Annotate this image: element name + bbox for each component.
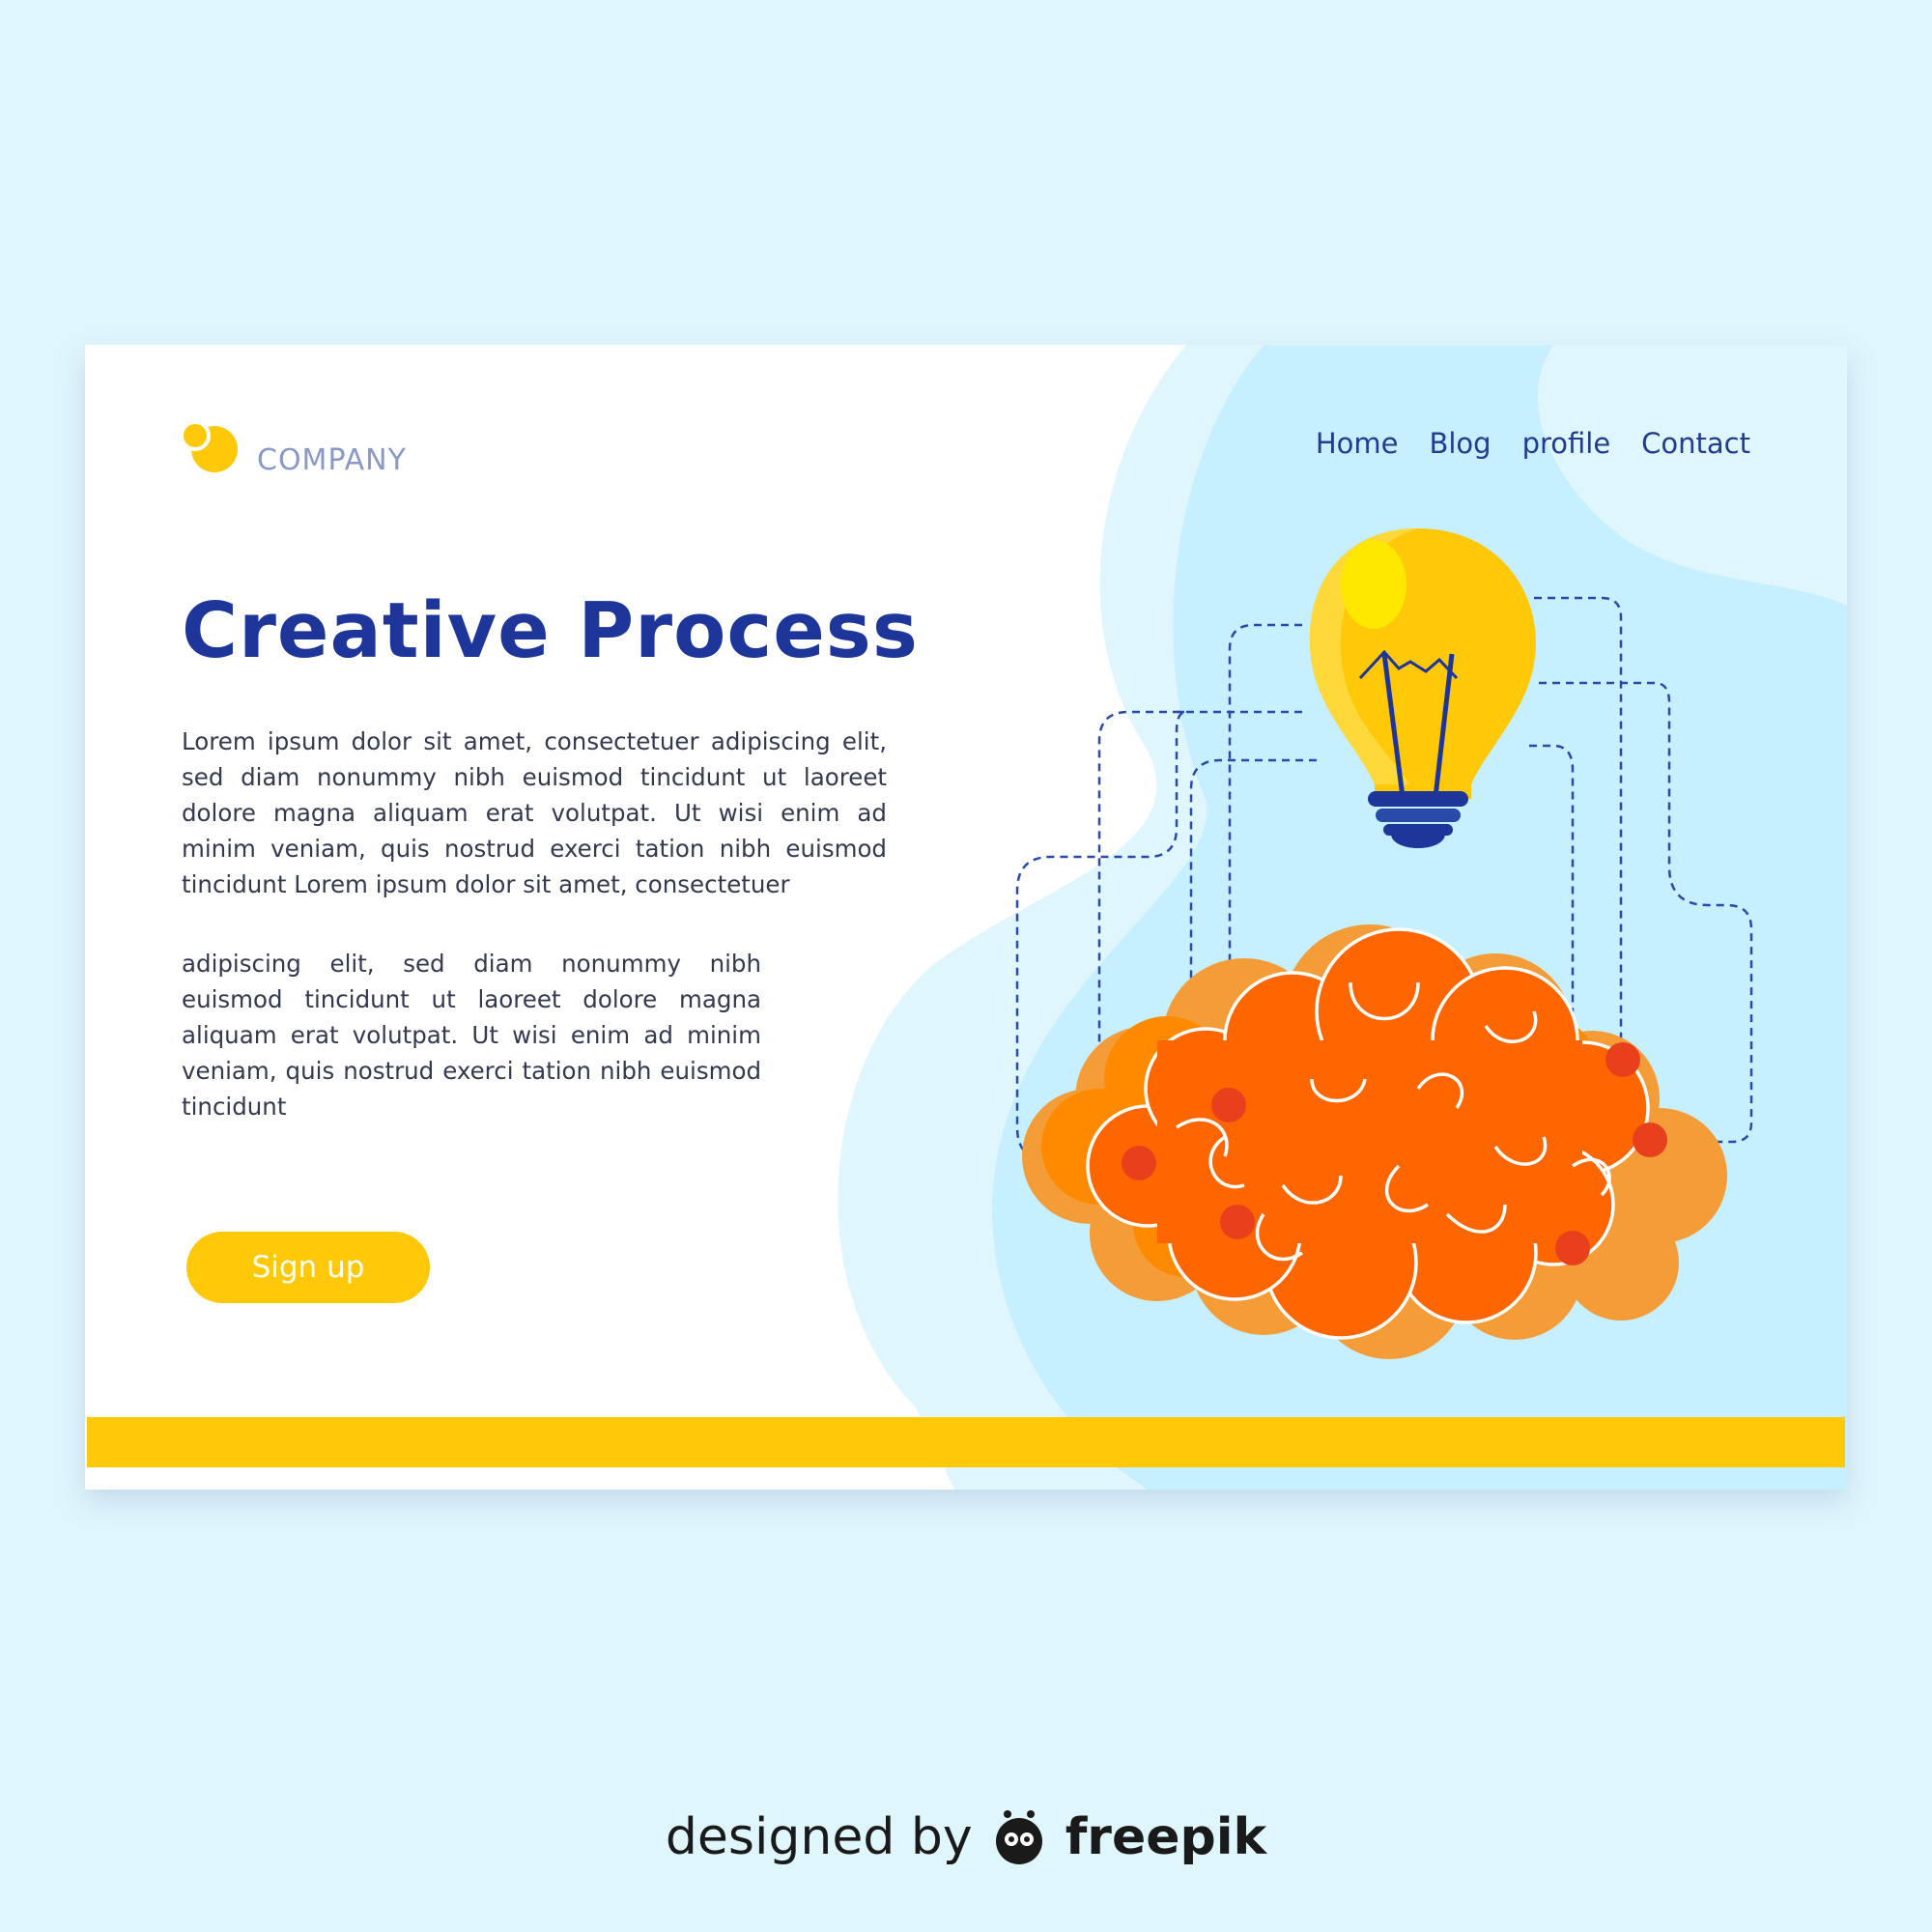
nav-link-home[interactable]: Home: [1316, 427, 1399, 460]
nav-link-blog[interactable]: Blog: [1429, 427, 1491, 460]
footer-accent-bar: [87, 1417, 1845, 1467]
nav-link-profile[interactable]: profile: [1522, 427, 1611, 460]
designer-credit: designed by freepik: [0, 1806, 1932, 1868]
top-navigation: Home Blog profile Contact: [1316, 427, 1750, 460]
brain-icon: [1022, 924, 1727, 1359]
creative-process-illustration: [1015, 528, 1753, 1359]
credit-brand[interactable]: freepik: [1065, 1808, 1266, 1866]
freepik-logo-icon: [995, 1810, 1042, 1864]
lightbulb-icon: [1309, 528, 1536, 848]
nav-link-contact[interactable]: Contact: [1641, 427, 1750, 460]
landing-card: COMPANY Home Blog profile Contact Creati…: [85, 345, 1847, 1490]
credit-prefix: designed by: [665, 1808, 973, 1866]
